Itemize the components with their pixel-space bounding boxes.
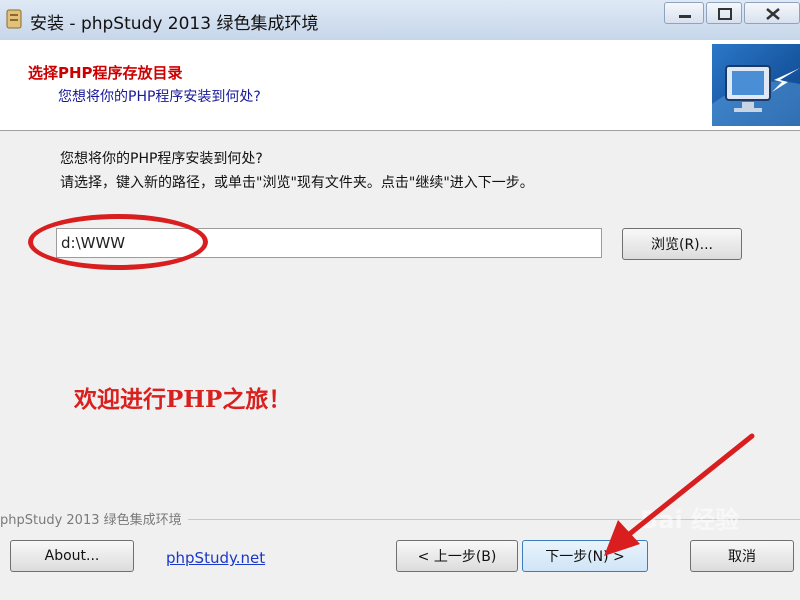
instruction-line-1: 您想将你的PHP程序安装到何处? xyxy=(60,151,263,167)
minimize-button[interactable] xyxy=(664,2,704,24)
maximize-icon xyxy=(718,8,732,20)
back-button[interactable]: < 上一步(B) xyxy=(396,540,518,572)
maximize-button[interactable] xyxy=(706,2,742,24)
cancel-button[interactable]: 取消 xyxy=(690,540,794,572)
about-button[interactable]: About... xyxy=(10,540,134,572)
next-button[interactable]: 下一步(N) > xyxy=(522,540,648,572)
watermark-text: Bai 经验 xyxy=(640,506,740,534)
close-icon xyxy=(766,8,780,20)
welcome-text: 欢迎进行PHP之旅！ xyxy=(74,386,292,413)
minimize-icon xyxy=(679,15,691,18)
group-label: phpStudy 2013 绿色集成环境 xyxy=(0,509,188,528)
app-icon xyxy=(6,9,22,29)
title-bar: 安装 - phpStudy 2013 绿色集成环境 xyxy=(0,0,800,41)
page-title: 选择PHP程序存放目录 xyxy=(28,64,183,82)
monitor-icon xyxy=(712,44,800,126)
instruction-line-2: 请选择，键入新的路径，或单击"浏览"现有文件夹。点击"继续"进入下一步。 xyxy=(60,175,534,191)
page-subtitle: 您想将你的PHP程序安装到何处? xyxy=(58,89,261,105)
wizard-header: 选择PHP程序存放目录 您想将你的PHP程序安装到何处? xyxy=(0,40,800,131)
browse-button[interactable]: 浏览(R)... xyxy=(622,228,742,260)
window-title: 安装 - phpStudy 2013 绿色集成环境 xyxy=(30,14,319,34)
website-link[interactable]: phpStudy.net xyxy=(166,549,265,567)
close-button[interactable] xyxy=(744,2,800,24)
install-path-input[interactable] xyxy=(56,228,602,258)
